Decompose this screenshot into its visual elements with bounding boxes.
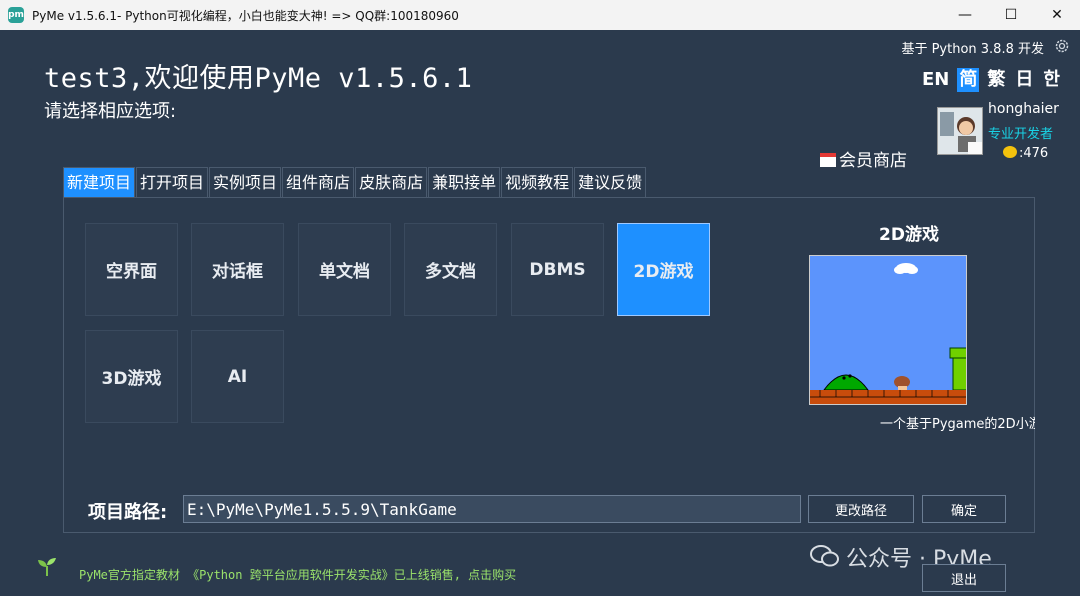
main-tabs: 新建项目 打开项目 实例项目 组件商店 皮肤商店 兼职接单 视频教程 建议反馈 — [63, 167, 647, 197]
lang-zh-hans[interactable]: 简 — [957, 68, 980, 92]
change-path-button[interactable]: 更改路径 — [808, 495, 914, 523]
lang-ja[interactable]: 日 — [1013, 68, 1035, 92]
exit-button[interactable]: 退出 — [922, 564, 1006, 592]
coin-icon — [1003, 146, 1017, 158]
coin-count: :476 — [1019, 146, 1049, 161]
preview-title: 2D游戏 — [879, 225, 939, 245]
close-button[interactable]: ✕ — [1034, 0, 1080, 30]
book-promo-link[interactable]: PyMe官方指定教材 《Python 跨平台应用软件开发实战》已上线销售, 点击… — [79, 566, 516, 583]
gear-icon[interactable] — [1054, 38, 1070, 54]
member-shop-link[interactable]: 会员商店 — [820, 146, 907, 171]
wechat-icon — [810, 545, 839, 567]
project-path-label: 项目路径: — [88, 502, 168, 523]
lang-ko[interactable]: 한 — [1041, 68, 1062, 92]
sprout-icon — [38, 558, 56, 576]
tab-feedback[interactable]: 建议反馈 — [574, 167, 647, 197]
tab-component-store[interactable]: 组件商店 — [282, 167, 355, 197]
window-title: PyMe v1.5.6.1- Python可视化编程，小白也能变大神! => Q… — [32, 8, 459, 23]
lang-zh-hant[interactable]: 繁 — [985, 68, 1007, 92]
template-dialog[interactable]: 对话框 — [191, 223, 284, 316]
template-dbms[interactable]: DBMS — [511, 223, 604, 316]
shop-icon — [820, 153, 836, 167]
instruction-text: 请选择相应选项: — [44, 101, 177, 122]
template-3d-game[interactable]: 3D游戏 — [85, 330, 178, 423]
app-logo-icon: pm — [8, 7, 24, 23]
title-bar: pm PyMe v1.5.6.1- Python可视化编程，小白也能变大神! =… — [0, 0, 1080, 30]
tab-new-project[interactable]: 新建项目 — [63, 167, 136, 197]
welcome-title: test3,欢迎使用PyMe v1.5.6.1 — [44, 63, 473, 94]
template-empty-ui[interactable]: 空界面 — [85, 223, 178, 316]
template-2d-game[interactable]: 2D游戏 — [617, 223, 710, 316]
tab-open-project[interactable]: 打开项目 — [136, 167, 209, 197]
minimize-button[interactable]: — — [942, 0, 988, 30]
project-path-input[interactable] — [183, 495, 801, 523]
language-switcher: EN 简 繁 日 한 — [920, 68, 1062, 92]
template-multi-document[interactable]: 多文档 — [404, 223, 497, 316]
tab-video-tutorials[interactable]: 视频教程 — [501, 167, 574, 197]
member-shop-label: 会员商店 — [839, 151, 907, 171]
template-ai[interactable]: AI — [191, 330, 284, 423]
confirm-button[interactable]: 确定 — [922, 495, 1006, 523]
tab-freelance[interactable]: 兼职接单 — [428, 167, 501, 197]
template-single-document[interactable]: 单文档 — [298, 223, 391, 316]
preview-description: 一个基于Pygame的2D小游戏 — [880, 417, 1035, 432]
username: honghaier — [988, 101, 1059, 117]
coin-balance: :476 — [1003, 146, 1048, 161]
avatar[interactable] — [937, 107, 983, 155]
python-version-label: 基于 Python 3.8.8 开发 — [901, 42, 1044, 57]
preview-image — [809, 255, 967, 405]
tab-example-projects[interactable]: 实例项目 — [209, 167, 282, 197]
user-role: 专业开发者 — [988, 127, 1054, 142]
lang-en[interactable]: EN — [920, 68, 951, 92]
tab-skin-store[interactable]: 皮肤商店 — [355, 167, 428, 197]
maximize-button[interactable]: ☐ — [988, 0, 1034, 30]
